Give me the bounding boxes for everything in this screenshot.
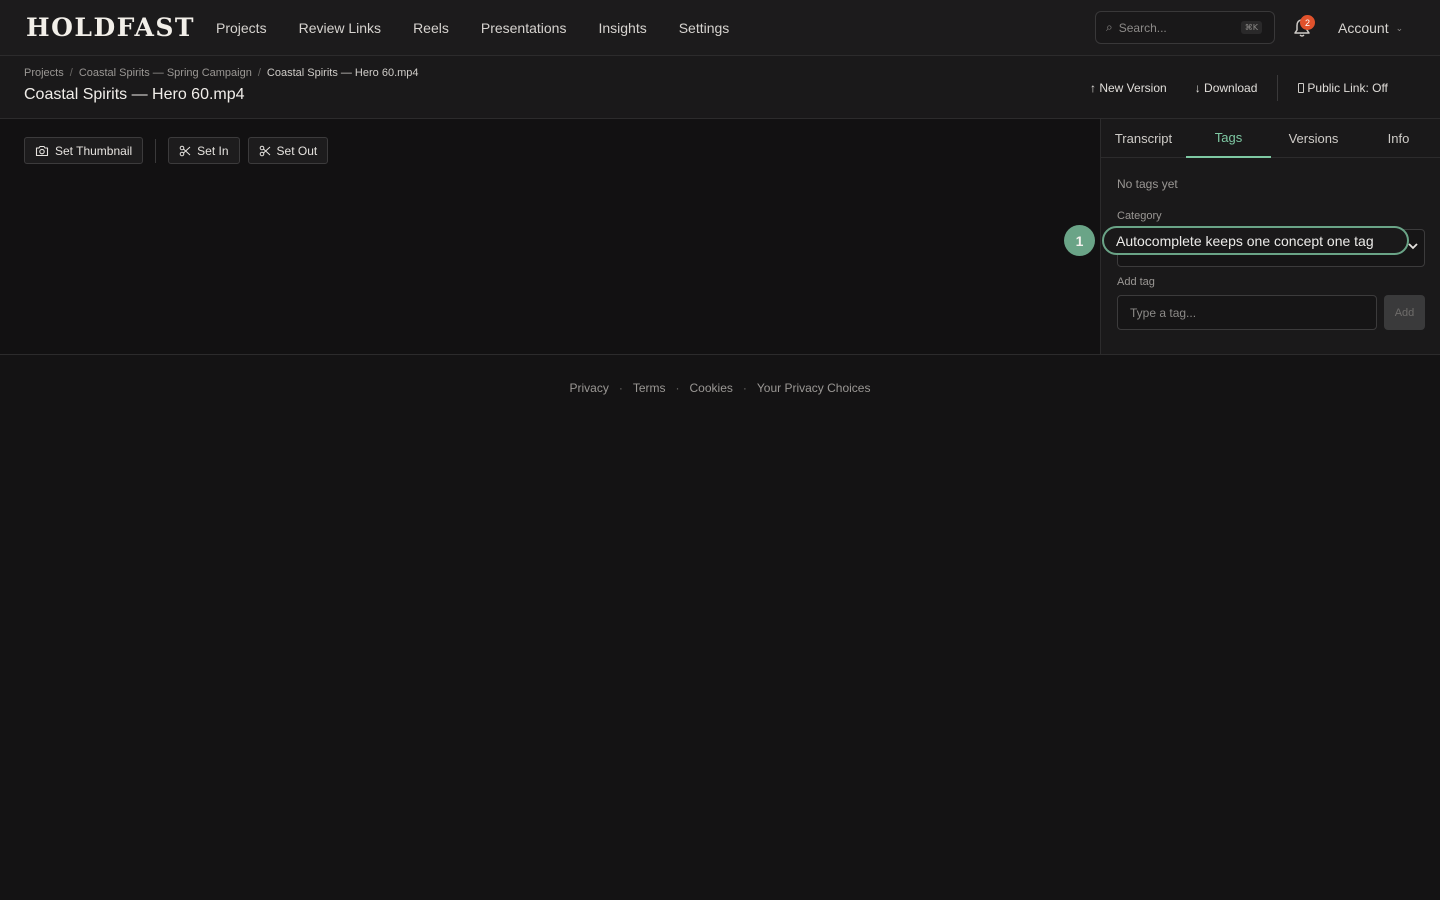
footer: Privacy · Terms · Cookies · Your Privacy… bbox=[0, 379, 1440, 397]
asset-header: Projects / Coastal Spirits — Spring Camp… bbox=[0, 56, 1440, 119]
scissors-icon bbox=[179, 145, 191, 156]
nav-item-settings[interactable]: Settings bbox=[679, 20, 730, 36]
breadcrumb-item-current: Coastal Spirits — Hero 60.mp4 bbox=[266, 67, 419, 79]
account-label: Account bbox=[1338, 20, 1389, 36]
nav-item-projects[interactable]: Projects bbox=[216, 20, 267, 36]
toolbar-divider bbox=[155, 138, 157, 163]
set-out-label: Set Out bbox=[276, 143, 318, 158]
set-thumbnail-label: Set Thumbnail bbox=[55, 143, 133, 158]
breadcrumb-item-projects[interactable]: Projects bbox=[24, 67, 64, 79]
main-nav: Projects Review Links Reels Presentation… bbox=[216, 0, 761, 56]
breadcrumb-item-project[interactable]: Coastal Spirits — Spring Campaign bbox=[79, 67, 252, 79]
set-in-label: Set In bbox=[197, 143, 229, 158]
nav-item-presentations[interactable]: Presentations bbox=[481, 20, 567, 36]
search-box[interactable]: ⌕ ⌘K bbox=[1095, 11, 1275, 44]
empty-tags-text: No tags yet bbox=[1117, 177, 1178, 191]
set-thumbnail-button[interactable]: Set Thumbnail bbox=[24, 137, 144, 164]
tab-tags[interactable]: Tags bbox=[1186, 119, 1271, 158]
account-menu[interactable]: Account ⌄ bbox=[1338, 0, 1403, 56]
download-button[interactable]: ↓ Download bbox=[1195, 81, 1258, 95]
nav-item-review-links[interactable]: Review Links bbox=[299, 20, 381, 36]
breadcrumb: Projects / Coastal Spirits — Spring Camp… bbox=[24, 67, 419, 79]
content-divider bbox=[0, 354, 1440, 355]
new-version-button[interactable]: ↑ New Version bbox=[1090, 81, 1167, 95]
search-shortcut-hint: ⌘K bbox=[1240, 21, 1262, 34]
top-navigation: HOLDFAST Projects Review Links Reels Pre… bbox=[0, 0, 1440, 56]
footer-link-privacy[interactable]: Privacy bbox=[570, 381, 609, 395]
nav-item-insights[interactable]: Insights bbox=[598, 20, 646, 36]
public-link-label: Public Link: Off bbox=[1307, 81, 1388, 95]
panel-tabs: Transcript Tags Versions Info bbox=[1101, 119, 1440, 158]
chevron-down-icon: ⌄ bbox=[1395, 22, 1404, 33]
search-icon: ⌕ bbox=[1106, 20, 1113, 34]
public-link-toggle[interactable]: Public Link: Off bbox=[1298, 81, 1388, 95]
callout-tooltip: Autocomplete keeps one concept one tag bbox=[1102, 226, 1409, 255]
asset-toolbar: Set Thumbnail Set In Set Out bbox=[24, 137, 329, 164]
add-tag-button[interactable]: Add bbox=[1384, 295, 1425, 330]
brand-logo[interactable]: HOLDFAST bbox=[26, 10, 195, 44]
footer-separator: · bbox=[742, 381, 747, 395]
footer-separator: · bbox=[675, 381, 680, 395]
chevron-down-icon bbox=[1408, 242, 1418, 253]
breadcrumb-separator: / bbox=[257, 67, 261, 79]
category-label: Category bbox=[1117, 210, 1162, 222]
footer-separator: · bbox=[618, 381, 623, 395]
footer-link-terms[interactable]: Terms bbox=[633, 381, 666, 395]
nav-item-reels[interactable]: Reels bbox=[413, 20, 449, 36]
page-title: Coastal Spirits — Hero 60.mp4 bbox=[24, 86, 245, 103]
footer-link-cookies[interactable]: Cookies bbox=[690, 381, 733, 395]
callout-number-badge: 1 bbox=[1064, 225, 1095, 256]
header-divider bbox=[1277, 75, 1279, 101]
camera-icon bbox=[35, 145, 49, 156]
add-tag-label: Add tag bbox=[1117, 276, 1155, 288]
scissors-icon bbox=[259, 145, 270, 156]
set-in-button[interactable]: Set In bbox=[168, 137, 240, 164]
tab-transcript[interactable]: Transcript bbox=[1101, 119, 1186, 158]
footer-link-privacy-choices[interactable]: Your Privacy Choices bbox=[757, 381, 871, 395]
breadcrumb-separator: / bbox=[69, 67, 73, 79]
tab-info[interactable]: Info bbox=[1356, 119, 1440, 158]
link-icon bbox=[1298, 83, 1305, 93]
set-out-button[interactable]: Set Out bbox=[247, 137, 329, 164]
notification-badge: 2 bbox=[1300, 15, 1315, 30]
tab-versions[interactable]: Versions bbox=[1271, 119, 1356, 158]
search-input[interactable] bbox=[1118, 20, 1231, 35]
tag-input[interactable] bbox=[1117, 295, 1377, 330]
header-actions: ↑ New Version ↓ Download Public Link: Of… bbox=[1090, 75, 1388, 101]
